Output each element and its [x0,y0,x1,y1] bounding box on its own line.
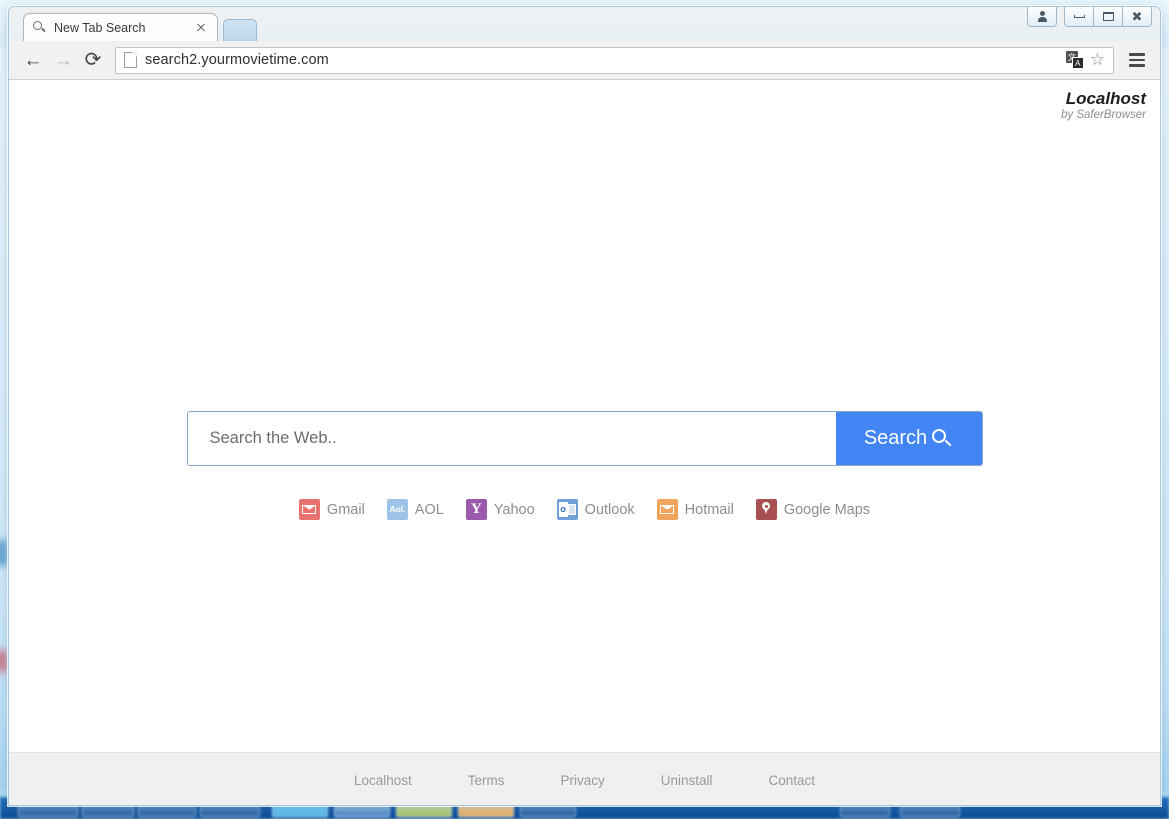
reload-icon: ⟳ [84,49,102,71]
browser-tab[interactable]: New Tab Search [23,13,218,41]
browser-toolbar: ← → ⟳ search2.yourmovietime.com 文 A ☆ [9,41,1160,80]
bookmark-star-icon[interactable]: ☆ [1090,50,1105,70]
yahoo-icon: Y [465,499,487,520]
brand-byline: by SaferBrowser [1060,108,1146,121]
footer-link-terms[interactable]: Terms [468,773,505,788]
shortcut-label: Hotmail [684,501,734,518]
shortcut-gmail[interactable]: Gmail [298,499,365,520]
shortcut-google-maps[interactable]: Google Maps [755,499,871,520]
background-blur-accent [0,540,7,566]
gmail-icon [298,499,320,520]
minimize-icon [1073,15,1085,18]
new-tab-button[interactable] [223,19,257,41]
footer-link-contact[interactable]: Contact [769,773,816,788]
translate-glyph-target: A [1071,57,1084,69]
shortcut-label: Outlook [584,501,635,518]
back-button[interactable]: ← [19,46,47,74]
hotmail-icon [656,499,678,520]
address-bar[interactable]: search2.yourmovietime.com 文 A ☆ [115,46,1114,74]
shortcut-outlook[interactable]: o Outlook [556,499,635,520]
user-icon [1037,11,1047,22]
close-icon: ✖ [1131,8,1143,24]
footer-link-uninstall[interactable]: Uninstall [661,773,713,788]
google-maps-icon [755,499,777,520]
outlook-icon: o [556,499,578,520]
search-input[interactable] [187,412,836,465]
window-controls: ✖ [1027,7,1152,27]
shortcut-label: Gmail [326,501,365,518]
arrow-right-icon: → [53,49,73,71]
address-bar-url: search2.yourmovietime.com [145,52,329,68]
brand-logo: Localhost by SaferBrowser [1061,89,1146,122]
tab-strip: New Tab Search ✖ [9,7,1160,41]
shortcut-links: Gmail Aol. AOL Y Yahoo o Outlook Hotmail… [298,499,871,520]
footer-link-localhost[interactable]: Localhost [354,773,412,788]
shortcut-label: Google Maps [783,501,871,518]
magnifier-icon [931,428,953,450]
background-blur-accent [0,650,7,672]
window-close-button[interactable]: ✖ [1122,7,1152,27]
shortcut-aol[interactable]: Aol. AOL [386,499,444,520]
search-button[interactable]: Search [835,412,982,465]
reload-button[interactable]: ⟳ [79,46,107,74]
aol-icon: Aol. [386,499,408,520]
translate-icon[interactable]: 文 A [1065,51,1084,69]
hamburger-menu-icon[interactable] [1124,47,1150,73]
shortcut-label: Yahoo [493,501,535,518]
user-switch-button[interactable] [1027,7,1057,27]
minimize-button[interactable] [1064,7,1094,27]
search-section: Search Gmail Aol. AOL [9,80,1160,752]
close-icon[interactable] [193,20,209,36]
forward-button[interactable]: → [49,46,77,74]
maximize-button[interactable] [1093,7,1123,27]
tab-title: New Tab Search [54,20,146,35]
page-footer: Localhost Terms Privacy Uninstall Contac… [9,752,1160,805]
page-content: Localhost by SaferBrowser Search the Web… [9,80,1160,805]
search-icon [32,20,47,35]
maximize-icon [1102,12,1114,21]
shortcut-label: AOL [414,501,444,518]
search-bar: Search [186,411,983,466]
browser-window: New Tab Search ✖ ← → ⟳ search2.yourmovie… [8,6,1161,806]
search-button-label: Search [863,427,928,449]
outlook-o-glyph: o [558,502,568,517]
shortcut-yahoo[interactable]: Y Yahoo [465,499,535,520]
page-document-icon [124,52,137,68]
brand-name: Localhost [1065,89,1146,108]
shortcut-hotmail[interactable]: Hotmail [656,499,734,520]
footer-link-privacy[interactable]: Privacy [560,773,604,788]
arrow-left-icon: ← [23,49,43,71]
